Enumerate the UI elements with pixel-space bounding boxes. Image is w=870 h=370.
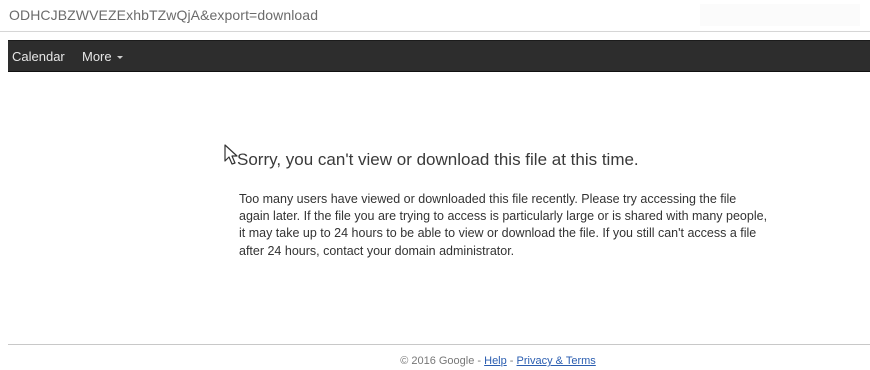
nav-more-label: More <box>82 49 112 64</box>
address-bar-right <box>700 4 860 26</box>
footer: © 2016 Google - Help - Privacy & Terms <box>0 355 870 367</box>
caret-down-icon <box>116 56 123 59</box>
error-message: Too many users have viewed or downloaded… <box>239 192 768 258</box>
privacy-terms-link[interactable]: Privacy & Terms <box>517 355 596 367</box>
nav-more-menu[interactable]: More <box>82 49 123 64</box>
address-bar[interactable]: ODHCJBZWVEZExhbTZwQjA&export=download <box>0 0 870 32</box>
top-navbar: Calendar More <box>8 40 870 72</box>
footer-divider <box>8 344 870 345</box>
error-heading: Sorry, you can't view or download this f… <box>237 150 639 169</box>
address-text[interactable]: ODHCJBZWVEZExhbTZwQjA&export=download <box>9 7 318 23</box>
footer-copyright: © 2016 Google - <box>400 355 485 367</box>
nav-calendar[interactable]: Calendar <box>12 49 65 64</box>
footer-separator: - <box>506 355 517 367</box>
help-link[interactable]: Help <box>484 355 507 367</box>
